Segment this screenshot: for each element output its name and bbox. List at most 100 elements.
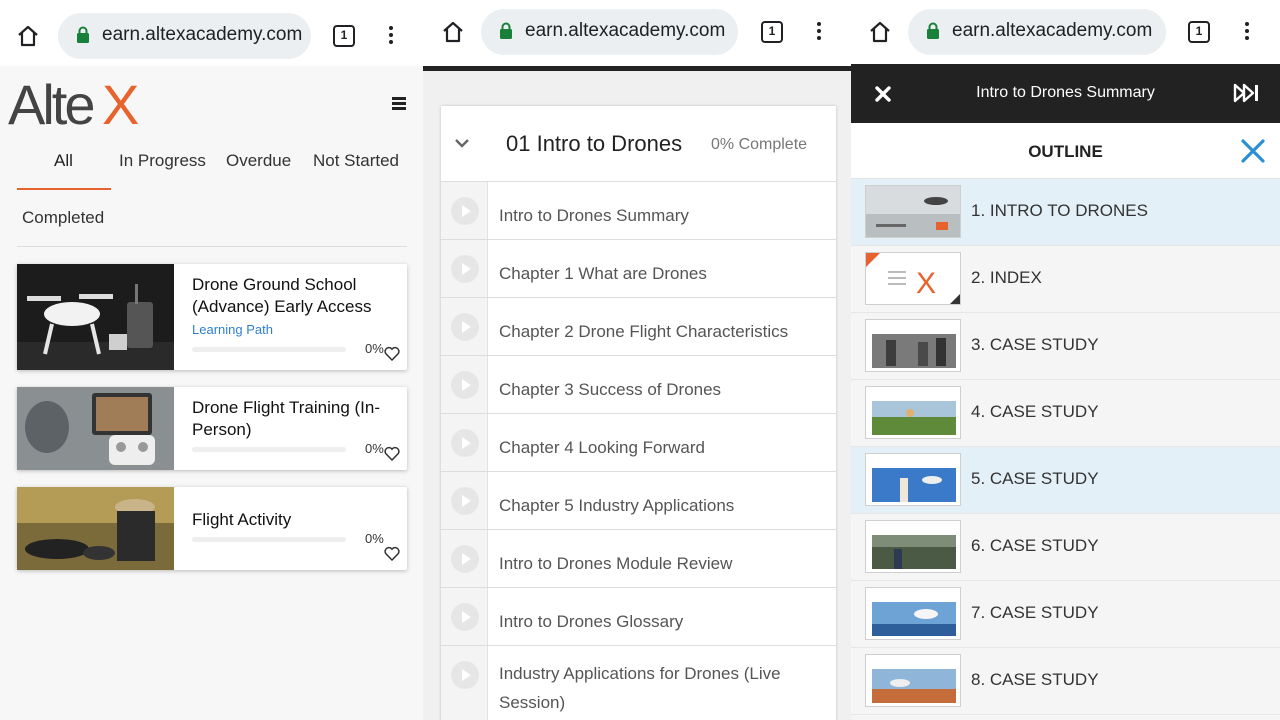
- address-bar[interactable]: earn.altexacademy.com: [481, 9, 738, 55]
- slide-thumbnail: [865, 587, 961, 640]
- tab-in-progress[interactable]: In Progress: [119, 151, 206, 171]
- progress-percent: 0%: [365, 341, 384, 356]
- divider: [17, 246, 407, 247]
- course-title: Flight Activity: [192, 510, 292, 529]
- home-icon[interactable]: [441, 20, 465, 44]
- outline-header: OUTLINE: [851, 123, 1280, 179]
- progress-bar: [192, 447, 346, 452]
- play-icon[interactable]: [451, 255, 479, 283]
- lesson-title: Chapter 3 Success of Drones: [499, 380, 722, 399]
- tab-switcher-button[interactable]: 1: [1188, 21, 1210, 43]
- play-icon[interactable]: [451, 545, 479, 573]
- url-text: earn.altexacademy.com: [525, 20, 726, 41]
- lesson-item[interactable]: Industry Applications for Drones (Live S…: [441, 646, 836, 720]
- lock-icon: [500, 22, 512, 39]
- outline-slide[interactable]: 8. CASE STUDY: [851, 648, 1280, 715]
- lesson-item[interactable]: Chapter 1 What are Drones: [441, 240, 836, 298]
- heart-icon[interactable]: [384, 546, 400, 561]
- url-text: earn.altexacademy.com: [952, 20, 1153, 41]
- browser-menu-icon[interactable]: [1245, 22, 1249, 43]
- lesson-title: Intro to Drones Summary: [499, 206, 689, 225]
- slide-label: 7. CASE STUDY: [971, 603, 1099, 622]
- play-icon[interactable]: [451, 487, 479, 515]
- lesson-title: Industry Applications for Drones (Live S…: [499, 664, 781, 712]
- course-title: Drone Ground School (Advance) Early Acce…: [192, 275, 372, 316]
- chevron-down-icon[interactable]: [454, 137, 470, 149]
- lesson-item[interactable]: Chapter 2 Drone Flight Characteristics: [441, 298, 836, 356]
- outline-title: OUTLINE: [1028, 142, 1103, 161]
- course-card[interactable]: Flight Activity 0%: [17, 487, 407, 570]
- active-tab-indicator: [17, 188, 111, 190]
- lesson-title: Chapter 4 Looking Forward: [499, 438, 706, 457]
- play-icon[interactable]: [451, 371, 479, 399]
- hamburger-menu-icon[interactable]: [392, 97, 406, 112]
- browser-toolbar: earn.altexacademy.com 1: [423, 0, 851, 66]
- outline-slide[interactable]: 6. CASE STUDY: [851, 514, 1280, 581]
- module-lessons-screen: earn.altexacademy.com 1 01 Intro to Dron…: [423, 0, 851, 720]
- slide-thumbnail: X: [865, 252, 961, 305]
- browser-toolbar: earn.altexacademy.com 1: [0, 0, 423, 66]
- player-title: Intro to Drones Summary: [976, 84, 1155, 101]
- tab-overdue[interactable]: Overdue: [226, 151, 291, 171]
- course-title: Drone Flight Training (In-Person): [192, 398, 381, 439]
- module-header[interactable]: 01 Intro to Drones 0% Complete: [441, 106, 836, 182]
- lesson-item[interactable]: Chapter 5 Industry Applications: [441, 472, 836, 530]
- tab-completed[interactable]: Completed: [22, 208, 104, 228]
- lesson-title: Intro to Drones Module Review: [499, 554, 733, 573]
- close-outline-icon[interactable]: [1239, 137, 1267, 165]
- course-card[interactable]: Drone Ground School (Advance) Early Acce…: [17, 264, 407, 370]
- slide-thumbnail: [865, 520, 961, 573]
- lesson-item[interactable]: Chapter 4 Looking Forward: [441, 414, 836, 472]
- browser-menu-icon[interactable]: [817, 22, 821, 43]
- tab-not-started[interactable]: Not Started: [313, 151, 399, 171]
- home-icon[interactable]: [16, 24, 40, 48]
- outline-slide[interactable]: 7. CASE STUDY: [851, 581, 1280, 648]
- lesson-item[interactable]: Intro to Drones Module Review: [441, 530, 836, 588]
- progress-bar: [192, 537, 346, 542]
- slide-label: 2. INDEX: [971, 268, 1042, 287]
- lesson-item[interactable]: Intro to Drones Glossary: [441, 588, 836, 646]
- tab-switcher-button[interactable]: 1: [761, 21, 783, 43]
- lesson-title: Chapter 2 Drone Flight Characteristics: [499, 322, 789, 341]
- module-progress: 0% Complete: [711, 136, 808, 153]
- course-thumbnail: [17, 387, 174, 470]
- outline-slide[interactable]: 5. CASE STUDY: [851, 447, 1280, 514]
- module-title: 01 Intro to Drones: [506, 131, 683, 156]
- slide-thumbnail: [865, 386, 961, 439]
- play-icon[interactable]: [451, 197, 479, 225]
- address-bar[interactable]: earn.altexacademy.com: [58, 13, 311, 59]
- play-icon[interactable]: [451, 313, 479, 341]
- tab-switcher-button[interactable]: 1: [333, 25, 355, 47]
- course-thumbnail: [17, 264, 174, 370]
- fast-forward-icon[interactable]: [1233, 83, 1261, 103]
- header-strip: [423, 66, 851, 71]
- outline-slide[interactable]: 3. CASE STUDY: [851, 313, 1280, 380]
- outline-slide[interactable]: 4. CASE STUDY: [851, 380, 1280, 447]
- progress-percent: 0%: [365, 531, 384, 546]
- svg-text:Alte: Alte: [8, 73, 93, 130]
- slide-thumbnail: [865, 319, 961, 372]
- home-icon[interactable]: [868, 20, 892, 44]
- slide-label: 1. INTRO TO DRONES: [971, 201, 1148, 220]
- browser-toolbar: earn.altexacademy.com 1: [851, 0, 1280, 66]
- address-bar[interactable]: earn.altexacademy.com: [908, 9, 1166, 55]
- course-card[interactable]: Drone Flight Training (In-Person) 0%: [17, 387, 407, 470]
- outline-slide[interactable]: X 2. INDEX: [851, 246, 1280, 313]
- outline-slide[interactable]: 1. INTRO TO DRONES: [851, 179, 1280, 246]
- heart-icon[interactable]: [384, 346, 400, 361]
- slide-label: 4. CASE STUDY: [971, 402, 1099, 421]
- course-type-link[interactable]: Learning Path: [192, 322, 273, 337]
- lesson-item[interactable]: Chapter 3 Success of Drones: [441, 356, 836, 414]
- tab-all[interactable]: All: [54, 151, 73, 171]
- play-icon[interactable]: [451, 429, 479, 457]
- heart-icon[interactable]: [384, 446, 400, 461]
- svg-text:X: X: [916, 267, 936, 300]
- lock-icon: [77, 26, 89, 43]
- progress-percent: 0%: [365, 441, 384, 456]
- play-icon[interactable]: [451, 603, 479, 631]
- slide-thumbnail: [865, 185, 961, 238]
- browser-menu-icon[interactable]: [389, 26, 393, 47]
- lesson-item[interactable]: Intro to Drones Summary: [441, 182, 836, 240]
- play-icon[interactable]: [451, 661, 479, 689]
- lesson-title: Chapter 1 What are Drones: [499, 264, 707, 283]
